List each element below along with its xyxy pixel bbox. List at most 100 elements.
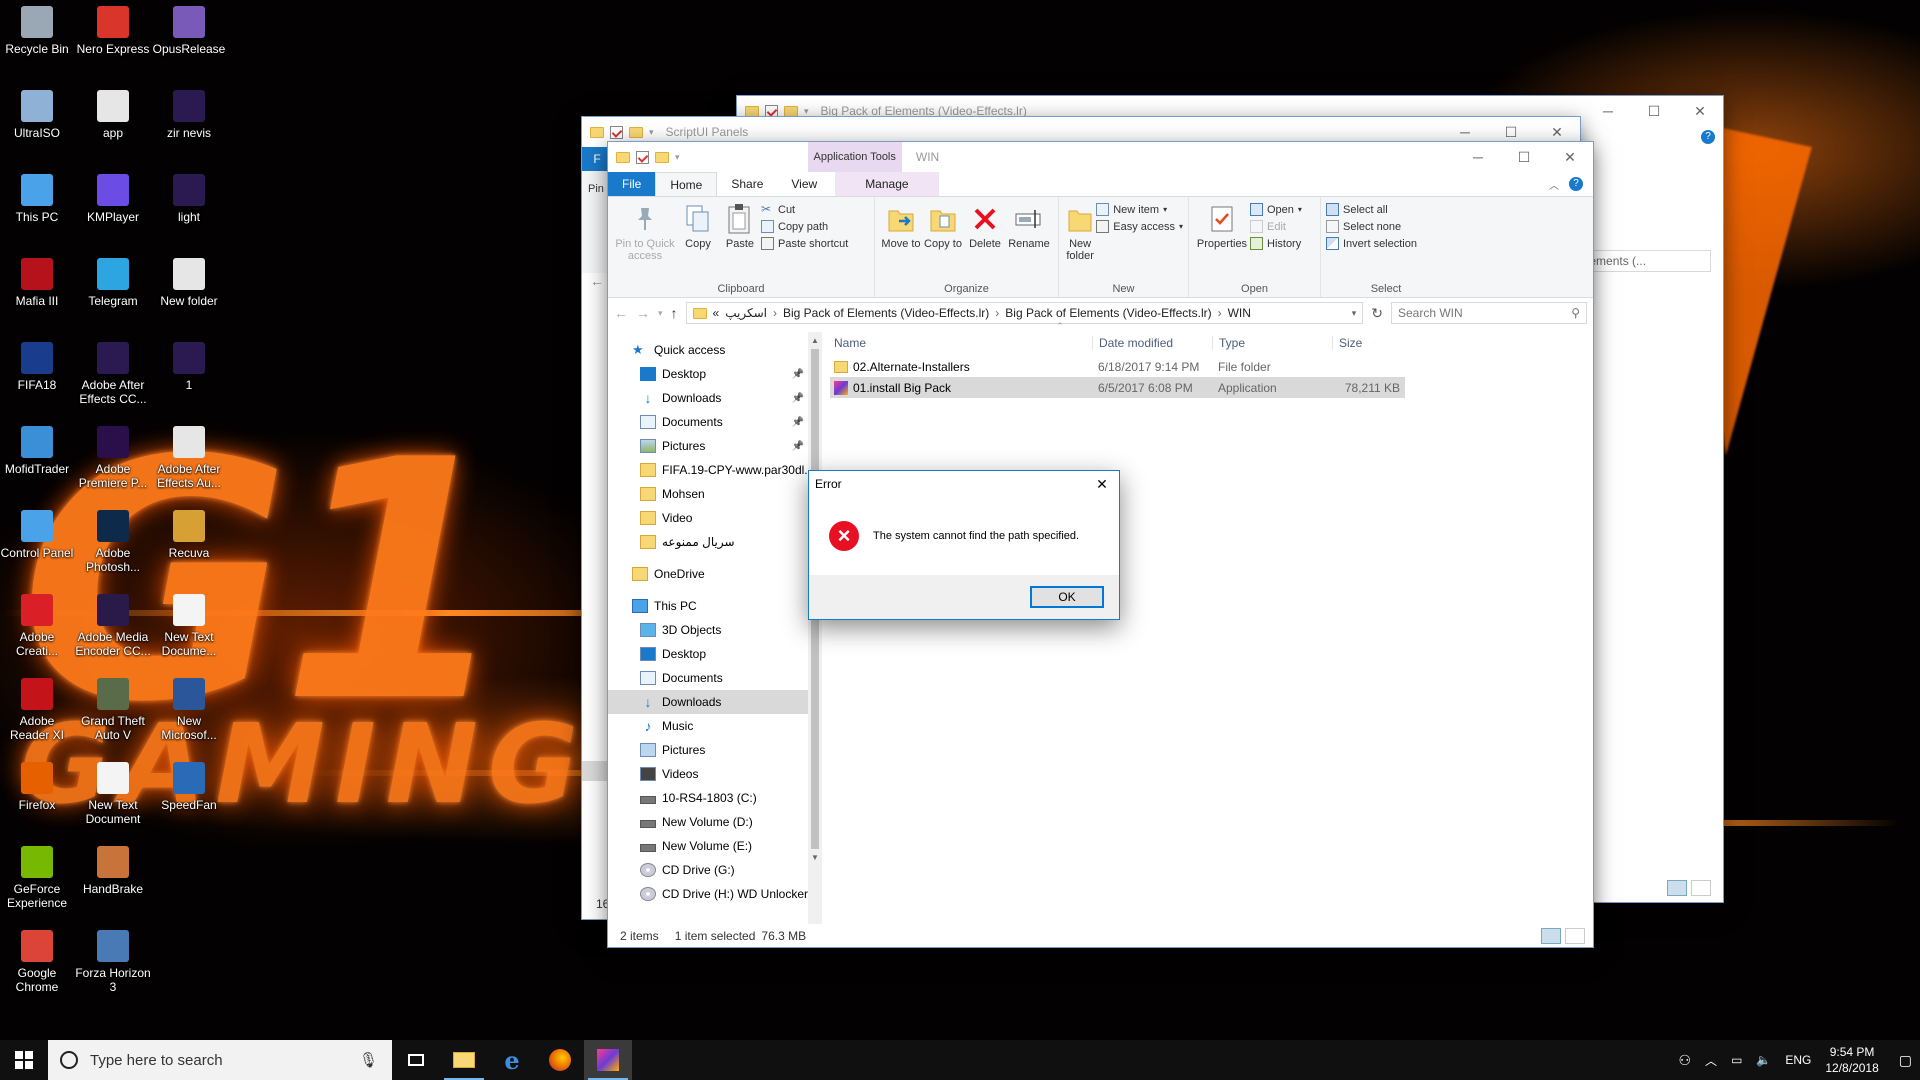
scroll-down-icon[interactable]: ▼ xyxy=(808,853,822,862)
history-button[interactable]: History xyxy=(1250,237,1302,250)
desktop-icon[interactable]: 1 xyxy=(151,336,227,392)
pin-icon[interactable]: 📌 xyxy=(792,441,804,452)
minimize-icon[interactable]: ─ xyxy=(1585,103,1631,120)
start-button[interactable] xyxy=(0,1040,48,1080)
tab-file[interactable]: File xyxy=(608,172,656,196)
edit-button[interactable]: Edit xyxy=(1250,220,1302,233)
column-name[interactable]: Name xyxy=(830,336,1092,350)
nav-quick-access-item[interactable]: Desktop 📌 xyxy=(608,362,808,386)
maximize-icon[interactable]: ☐ xyxy=(1501,149,1547,166)
nav-this-pc-item[interactable]: ↓ Downloads xyxy=(608,690,808,714)
nav-this-pc-item[interactable]: CD Drive (H:) WD Unlocker xyxy=(608,882,808,906)
chevron-right-icon[interactable]: › xyxy=(1218,306,1222,320)
recent-locations-icon[interactable]: ▾ xyxy=(658,308,663,319)
taskbar-search[interactable]: Type here to search 🎙 xyxy=(48,1040,392,1080)
clock[interactable]: 9:54 PM 12/8/2018 xyxy=(1825,1044,1878,1076)
desktop-icon[interactable]: Adobe After Effects Au... xyxy=(151,420,227,490)
tab-share[interactable]: Share xyxy=(717,172,777,196)
chevron-down-icon[interactable]: ▾ xyxy=(649,127,654,138)
title-bar[interactable]: ▾ Application Tools WIN ─ ☐ ✕ xyxy=(608,142,1593,172)
details-view-icon[interactable] xyxy=(1541,928,1561,944)
desktop-icon[interactable]: Control Panel xyxy=(0,504,75,560)
nav-this-pc-item[interactable]: Videos xyxy=(608,762,808,786)
column-date[interactable]: Date modified xyxy=(1092,336,1212,350)
column-size[interactable]: Size xyxy=(1332,336,1390,350)
nav-this-pc-item[interactable]: CD Drive (G:) xyxy=(608,858,808,882)
desktop-icon[interactable]: GeForce Experience xyxy=(0,840,75,910)
task-view-button[interactable] xyxy=(392,1040,440,1080)
desktop-icon[interactable]: Adobe Photosh... xyxy=(75,504,151,574)
desktop-icon[interactable]: FIFA18 xyxy=(0,336,75,392)
desktop-icon[interactable]: SpeedFan xyxy=(151,756,227,812)
nav-this-pc-item[interactable]: 3D Objects xyxy=(608,618,808,642)
file-row[interactable]: 01.install Big Pack 6/5/2017 6:08 PM Appli… xyxy=(830,377,1405,398)
new-folder-icon[interactable] xyxy=(784,105,798,117)
address-dropdown-icon[interactable]: ▾ xyxy=(1352,308,1357,319)
desktop-icon[interactable]: Adobe After Effects CC... xyxy=(75,336,151,406)
nav-this-pc-item[interactable]: Desktop xyxy=(608,642,808,666)
address-segment[interactable]: Big Pack of Elements (Video-Effects.lr) xyxy=(1005,306,1211,320)
new-folder-icon[interactable] xyxy=(655,151,669,163)
minimize-icon[interactable]: ─ xyxy=(1442,124,1488,141)
nav-this-pc-item[interactable]: New Volume (E:) xyxy=(608,834,808,858)
pin-icon[interactable]: 📌 xyxy=(792,417,804,428)
close-icon[interactable]: ✕ xyxy=(1547,149,1593,166)
desktop-icon[interactable]: Google Chrome xyxy=(0,924,75,994)
desktop-icon[interactable]: MofidTrader xyxy=(0,420,75,476)
up-arrow-icon[interactable]: ↑ xyxy=(671,305,678,321)
microphone-icon[interactable]: 🎙 xyxy=(359,1051,378,1069)
select-none-button[interactable]: Select none xyxy=(1326,220,1417,233)
taskbar-installer[interactable] xyxy=(584,1040,632,1080)
nav-this-pc-item[interactable]: 10-RS4-1803 (C:) xyxy=(608,786,808,810)
forward-arrow-icon[interactable]: → xyxy=(636,305,650,321)
back-arrow-icon[interactable]: ← xyxy=(590,273,604,289)
desktop-icon[interactable]: New Microsof... xyxy=(151,672,227,742)
search-input[interactable]: Search WIN ⚲ xyxy=(1391,302,1587,324)
chevron-down-icon[interactable]: ▾ xyxy=(804,106,809,117)
nav-quick-access[interactable]: ★ Quick access xyxy=(608,338,808,362)
chevron-right-icon[interactable]: › xyxy=(995,306,999,320)
scroll-up-icon[interactable]: ▲ xyxy=(808,336,822,345)
volume-icon[interactable]: 🔈 xyxy=(1756,1053,1771,1067)
desktop-icon[interactable]: UltraISO xyxy=(0,84,75,140)
column-type[interactable]: Type xyxy=(1212,336,1332,350)
view-switcher[interactable] xyxy=(1541,928,1593,944)
desktop-icon[interactable]: Mafia III xyxy=(0,252,75,308)
desktop-icon[interactable]: KMPlayer xyxy=(75,168,151,224)
desktop-icon[interactable]: Nero Express xyxy=(75,0,151,56)
close-icon[interactable]: ✕ xyxy=(1085,476,1119,493)
chevron-down-icon[interactable]: ▾ xyxy=(675,152,680,163)
pin-icon[interactable]: 📌 xyxy=(792,393,804,404)
address-bar[interactable]: « اسکریپ › Big Pack of Elements (Video-E… xyxy=(685,302,1364,324)
people-icon[interactable]: ⚇ xyxy=(1678,1052,1691,1069)
desktop-icon[interactable]: zir nevis xyxy=(151,84,227,140)
minimize-icon[interactable]: ─ xyxy=(1455,149,1501,166)
large-icons-view-icon[interactable] xyxy=(1565,928,1585,944)
nav-quick-access-item[interactable]: Documents 📌 xyxy=(608,410,808,434)
nav-this-pc-item[interactable]: Pictures xyxy=(608,738,808,762)
address-segment[interactable]: WIN xyxy=(1228,306,1251,320)
taskbar-file-explorer[interactable] xyxy=(440,1040,488,1080)
collapse-ribbon-icon[interactable]: ︿ xyxy=(1549,177,1559,192)
desktop-icon[interactable]: New Text Docume... xyxy=(151,588,227,658)
desktop-icon[interactable]: New Text Document xyxy=(75,756,151,826)
desktop-icon[interactable]: Grand Theft Auto V xyxy=(75,672,151,742)
invert-selection-button[interactable]: Invert selection xyxy=(1326,237,1417,250)
taskbar-edge[interactable]: e xyxy=(488,1040,536,1080)
desktop-icon[interactable]: Recycle Bin xyxy=(0,0,75,56)
paste-shortcut-button[interactable]: Paste shortcut xyxy=(761,237,848,250)
address-overflow[interactable]: « xyxy=(713,306,720,320)
cut-button[interactable]: ✂ Cut xyxy=(761,203,848,216)
nav-this-pc[interactable]: This PC xyxy=(608,594,808,618)
address-segment[interactable]: Big Pack of Elements (Video-Effects.lr) xyxy=(783,306,989,320)
properties-icon[interactable] xyxy=(610,125,623,139)
desktop-icon[interactable]: light xyxy=(151,168,227,224)
easy-access-button[interactable]: Easy access ▾ xyxy=(1096,220,1183,233)
help-icon[interactable]: ? xyxy=(1701,130,1715,144)
maximize-icon[interactable]: ☐ xyxy=(1488,124,1534,141)
chevron-right-icon[interactable]: › xyxy=(773,306,777,320)
large-icons-view-icon[interactable] xyxy=(1691,880,1711,896)
desktop-icon[interactable]: HandBrake xyxy=(75,840,151,896)
view-switcher[interactable] xyxy=(1667,880,1711,896)
tab-view[interactable]: View xyxy=(777,172,831,196)
